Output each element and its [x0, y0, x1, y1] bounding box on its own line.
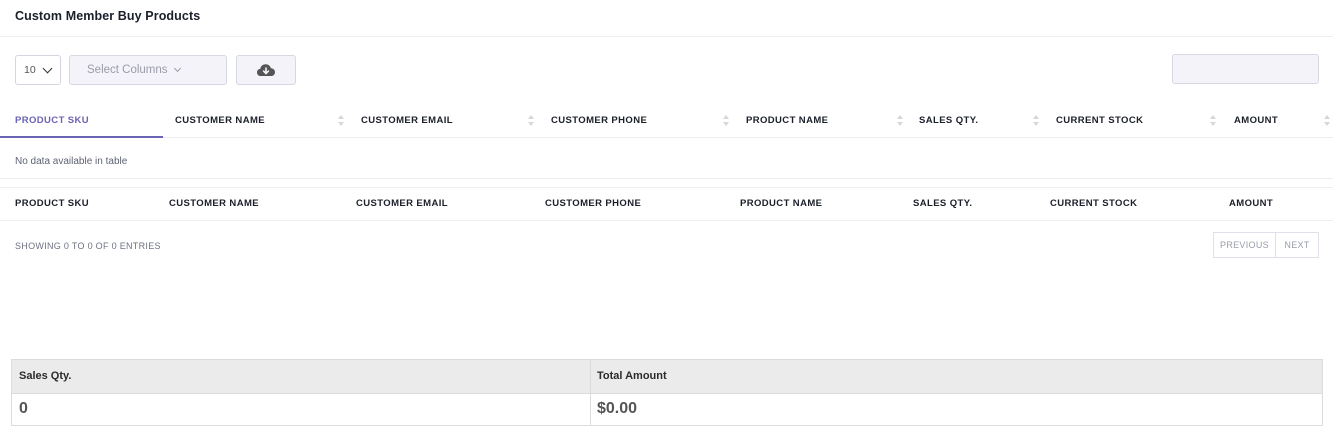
footer-top-divider	[0, 187, 1333, 188]
column-header-amount[interactable]: AMOUNT	[1234, 115, 1278, 126]
footer-customer-phone: CUSTOMER PHONE	[545, 198, 642, 209]
summary-column-divider	[590, 360, 591, 425]
summary-header	[12, 360, 1322, 394]
total-amount-value: $0.00	[597, 400, 638, 417]
cloud-download-icon	[257, 64, 275, 76]
column-header-product-name[interactable]: PRODUCT NAME	[746, 115, 828, 126]
download-button[interactable]	[236, 55, 296, 85]
title-divider	[0, 36, 1333, 37]
chevron-down-icon	[42, 63, 53, 74]
column-header-customer-email[interactable]: CUSTOMER EMAIL	[361, 115, 453, 126]
column-header-customer-phone[interactable]: CUSTOMER PHONE	[551, 115, 647, 126]
column-header-customer-name[interactable]: CUSTOMER NAME	[175, 115, 265, 126]
sort-icon[interactable]	[528, 115, 534, 127]
select-columns-dropdown[interactable]: Select Columns	[69, 55, 227, 85]
summary-table: Sales Qty. Total Amount 0 $0.00	[11, 359, 1323, 426]
page-length-select[interactable]: 10	[15, 55, 61, 85]
header-divider	[0, 137, 1333, 138]
footer-current-stock: CURRENT STOCK	[1050, 198, 1138, 209]
footer-customer-name: CUSTOMER NAME	[169, 198, 259, 209]
empty-table-message: No data available in table	[15, 156, 128, 167]
next-button[interactable]: NEXT	[1276, 232, 1319, 258]
table-info: SHOWING 0 TO 0 OF 0 ENTRIES	[15, 241, 161, 251]
chevron-down-icon	[173, 64, 182, 73]
sort-icon[interactable]	[338, 115, 344, 127]
sales-qty-value: 0	[19, 400, 28, 417]
page-title: Custom Member Buy Products	[15, 9, 201, 23]
footer-product-sku: PRODUCT SKU	[15, 198, 90, 209]
sort-icon[interactable]	[897, 115, 903, 127]
select-columns-label: Select Columns	[87, 64, 168, 76]
page-length-value: 10	[24, 64, 36, 76]
sales-qty-label: Sales Qty.	[19, 370, 72, 382]
sort-icon[interactable]	[723, 115, 729, 127]
previous-button[interactable]: PREVIOUS	[1213, 232, 1276, 258]
footer-sales-qty: SALES QTY.	[913, 198, 973, 209]
active-sort-indicator	[0, 136, 163, 138]
column-header-sales-qty[interactable]: SALES QTY.	[919, 115, 978, 126]
footer-customer-email: CUSTOMER EMAIL	[356, 198, 448, 209]
column-header-current-stock[interactable]: CURRENT STOCK	[1056, 115, 1143, 126]
column-header-product-sku[interactable]: PRODUCT SKU	[15, 115, 89, 126]
footer-product-name: PRODUCT NAME	[740, 198, 823, 209]
total-amount-label: Total Amount	[597, 370, 667, 382]
footer-amount: AMOUNT	[1229, 198, 1274, 209]
footer-bottom-divider	[0, 220, 1333, 221]
search-input[interactable]	[1172, 54, 1319, 84]
body-divider	[0, 178, 1333, 179]
sort-icon[interactable]	[1324, 115, 1330, 127]
sort-icon[interactable]	[1210, 115, 1216, 127]
sort-icon[interactable]	[1033, 115, 1039, 127]
